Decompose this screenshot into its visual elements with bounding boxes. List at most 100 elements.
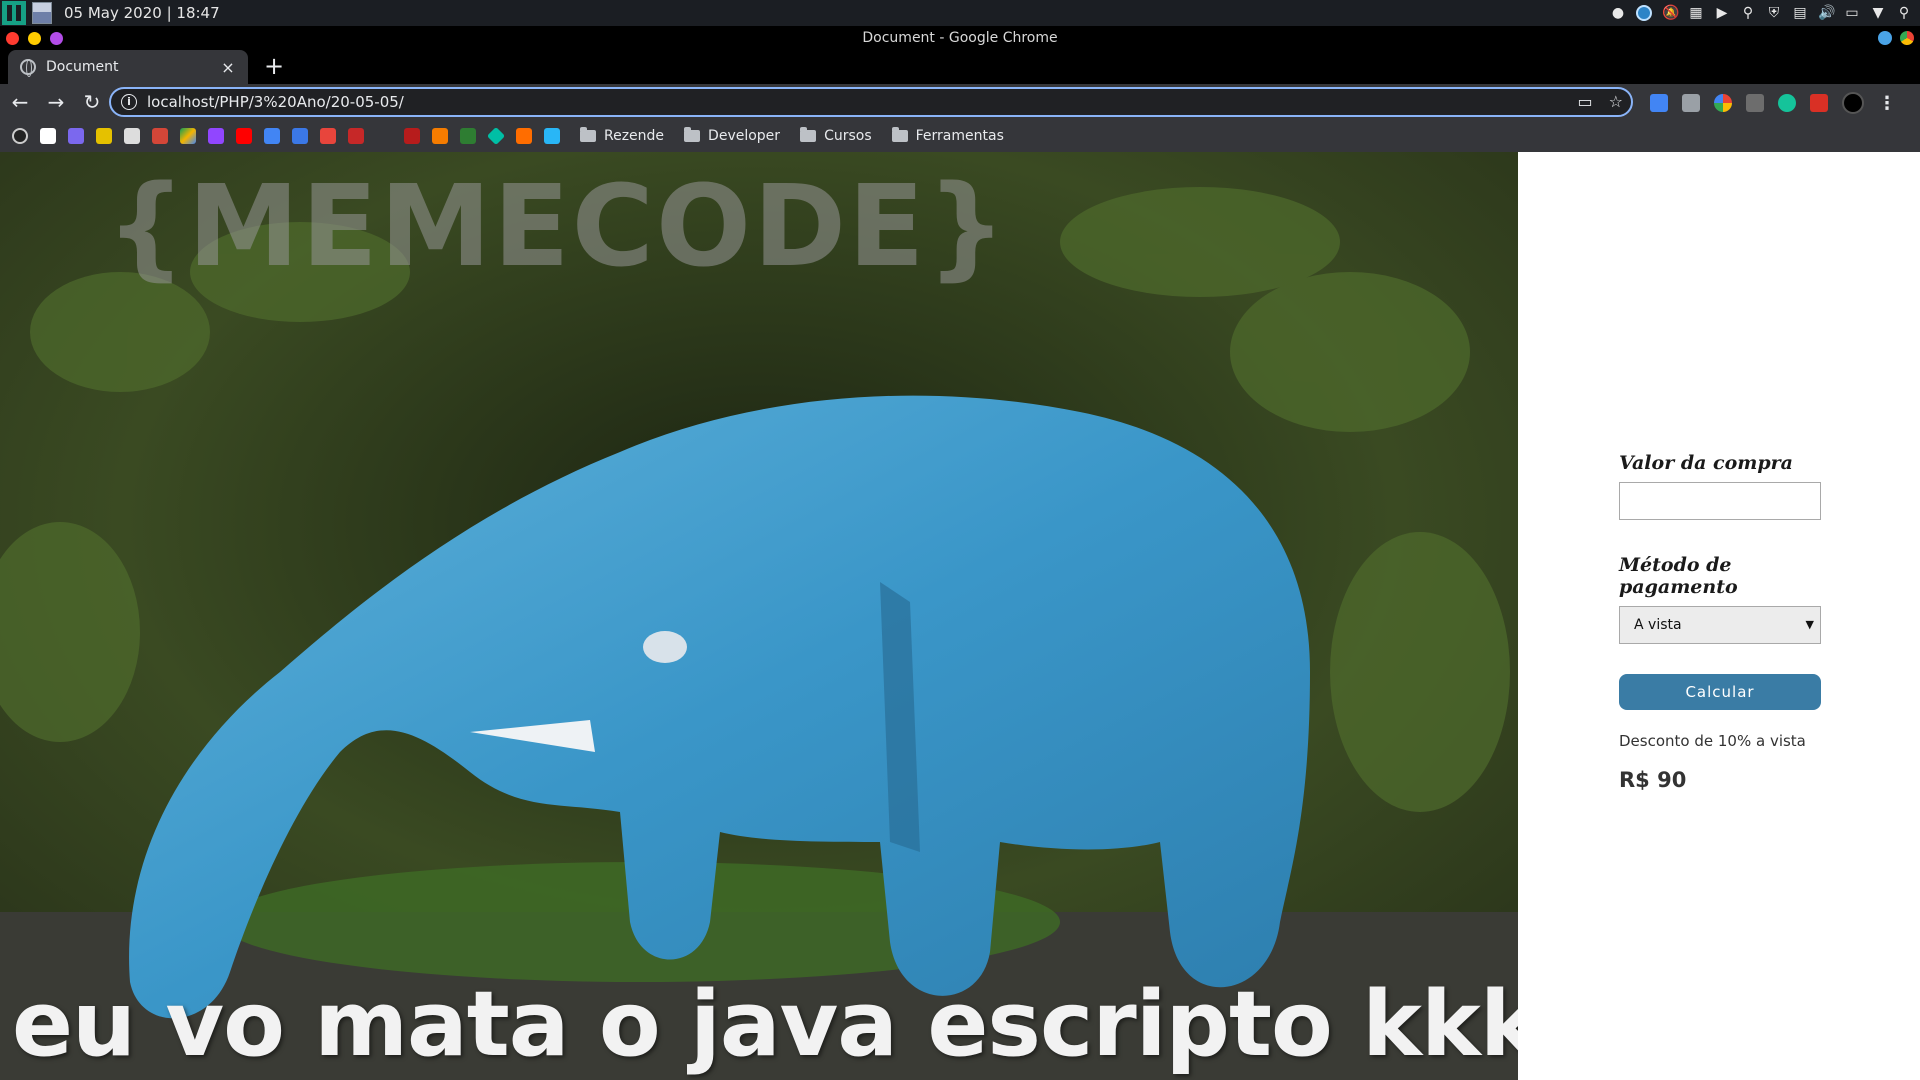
bookmark-folder-label: Developer [708,128,781,144]
globe-icon [20,59,36,77]
bookmark-square-icon[interactable] [404,128,420,144]
dropbox-icon[interactable]: ● [1610,5,1626,21]
window-titlebar: Document - Google Chrome [0,26,1920,50]
bookmark-gmail-icon[interactable] [152,128,168,144]
grammarly-extension-icon[interactable] [1778,94,1796,112]
display-icon[interactable]: ▭ [1844,5,1860,21]
folder-icon [684,127,701,142]
bookmark-folder-ferramentas[interactable]: Ferramentas [891,127,1004,144]
cast-icon[interactable]: ▭ [1578,92,1593,111]
menu-kebab-icon[interactable]: ⋮ [1878,93,1896,114]
dropdown-arrow-icon: ▼ [1805,618,1814,631]
bookmark-youtube-icon[interactable] [236,128,252,144]
network-status-icon[interactable] [1636,5,1652,21]
bookmarks-bar: Rezende Developer Cursos Ferramentas [0,120,1920,152]
page-viewport: {MEMECODE} eu vo mata o java escripto kk… [0,152,1920,1080]
bookmark-folder-label: Cursos [824,128,872,144]
close-window-button[interactable] [6,32,19,45]
bookmark-gift-icon[interactable] [348,128,364,144]
bookmark-blank-icon[interactable] [376,128,392,144]
manjaro-logo-icon[interactable] [2,1,26,25]
address-url[interactable]: localhost/PHP/3%20Ano/20-05-05/ [147,93,404,111]
meme-caption: eu vo mata o java escripto kkkkkkk [12,972,1518,1077]
os-clock[interactable]: 05 May 2020 | 18:47 [64,4,220,22]
extensions-row: ⋮ [1650,92,1896,114]
volume-icon[interactable]: 🔊 [1818,5,1835,21]
folder-icon [580,127,596,142]
bookmark-translate-icon[interactable] [292,128,308,144]
reload-button[interactable]: ↻ [76,86,108,118]
media-player-icon[interactable]: ▶ [1714,5,1730,21]
metodo-selected-value: A vista [1634,617,1682,633]
bookmark-android-icon[interactable] [460,128,476,144]
elephant-eye [643,631,687,663]
bookmark-codepen-icon[interactable] [516,128,532,144]
maximize-window-button[interactable] [50,32,63,45]
workspace-switcher-icon[interactable] [32,2,52,24]
bookmark-notion-icon[interactable] [40,128,56,144]
bookmark-twitch-icon[interactable] [208,128,224,144]
notifications-off-icon[interactable]: 🔕 [1662,5,1679,21]
calcular-button[interactable]: Calcular [1619,674,1821,710]
calendar-extension-icon[interactable] [1810,94,1828,112]
tab-strip: Document × + [0,50,1920,84]
os-top-panel: 05 May 2020 | 18:47 ● 🔕 ▦ ▶ ⚲ ⛨ ▤ 🔊 ▭ ▼ … [0,0,1920,26]
folder-icon [891,127,908,142]
bookmark-game-icon[interactable] [432,128,448,144]
bookmark-star-icon[interactable]: ☆ [1609,92,1623,111]
new-tab-button[interactable]: + [260,53,288,81]
bookmark-folder-label: Rezende [604,128,665,144]
window-controls [6,32,63,45]
bookmark-layers-icon[interactable] [544,128,560,144]
browser-toolbar: ← → ↻ i localhost/PHP/3%20Ano/20-05-05/ … [0,84,1920,120]
close-tab-icon[interactable]: × [216,58,240,77]
bookmark-folder-rezende[interactable]: Rezende [580,127,665,144]
glasses-extension-icon[interactable] [1746,94,1764,112]
bookmark-drive-icon[interactable] [180,128,196,144]
chrome-logo-icon[interactable] [1900,31,1914,45]
metodo-select[interactable]: A vista ▼ [1619,606,1821,644]
bookmark-folder-cursos[interactable]: Cursos [800,127,872,144]
valor-input[interactable] [1619,482,1821,520]
window-title: Document - Google Chrome [862,30,1058,46]
forward-button[interactable]: → [40,86,72,118]
bookmark-diamond-icon[interactable] [486,126,506,146]
chevron-down-icon[interactable]: ▼ [1870,5,1886,21]
clipboard-icon[interactable]: ▦ [1688,5,1704,21]
discount-note: Desconto de 10% a vista [1619,732,1806,750]
titlebar-extras [1878,31,1914,45]
tab-title: Document [46,59,119,75]
meme-image: {MEMECODE} eu vo mata o java escripto kk… [0,152,1518,1080]
address-bar[interactable]: i localhost/PHP/3%20Ano/20-05-05/ ▭ ☆ [109,87,1633,117]
bookmark-trello-icon[interactable] [68,128,84,144]
bookmark-folder-developer[interactable]: Developer [684,127,781,144]
total-value: R$ 90 [1619,768,1687,792]
meme-watermark: {MEMECODE} [106,162,1009,292]
window-extension-icon[interactable] [1682,94,1700,112]
omnibox-actions: ▭ ☆ [1578,92,1623,111]
purchase-form-panel: Valor da compra Método de pagamento A vi… [1518,152,1920,1080]
chrome-update-icon[interactable] [1878,31,1892,45]
bookmark-lock-icon[interactable] [124,128,140,144]
bookmark-miro-icon[interactable] [96,128,112,144]
profile-avatar[interactable] [1842,92,1864,114]
site-info-icon[interactable]: i [121,94,137,110]
location-pin-icon[interactable]: ⚲ [1740,5,1756,21]
purchase-form: Valor da compra Método de pagamento A vi… [1619,452,1821,792]
translate-extension-icon[interactable] [1650,94,1668,112]
shield-icon[interactable]: ⛨ [1766,5,1782,21]
bookmark-classroom-icon[interactable] [320,128,336,144]
bookmark-github-icon[interactable] [12,128,28,144]
color-picker-extension-icon[interactable] [1714,94,1732,112]
minimize-window-button[interactable] [28,32,41,45]
tab-document[interactable]: Document × [8,50,248,84]
folder-icon [800,127,817,142]
valor-label: Valor da compra [1619,452,1793,474]
printer-icon[interactable]: ▤ [1792,5,1808,21]
bookmark-folder-label: Ferramentas [915,128,1004,144]
system-tray: ● 🔕 ▦ ▶ ⚲ ⛨ ▤ 🔊 ▭ ▼ ⚲ [1610,0,1920,26]
metodo-label: Método de pagamento [1619,554,1738,598]
search-icon[interactable]: ⚲ [1896,5,1912,21]
bookmark-docs-icon[interactable] [264,128,280,144]
back-button[interactable]: ← [4,86,36,118]
